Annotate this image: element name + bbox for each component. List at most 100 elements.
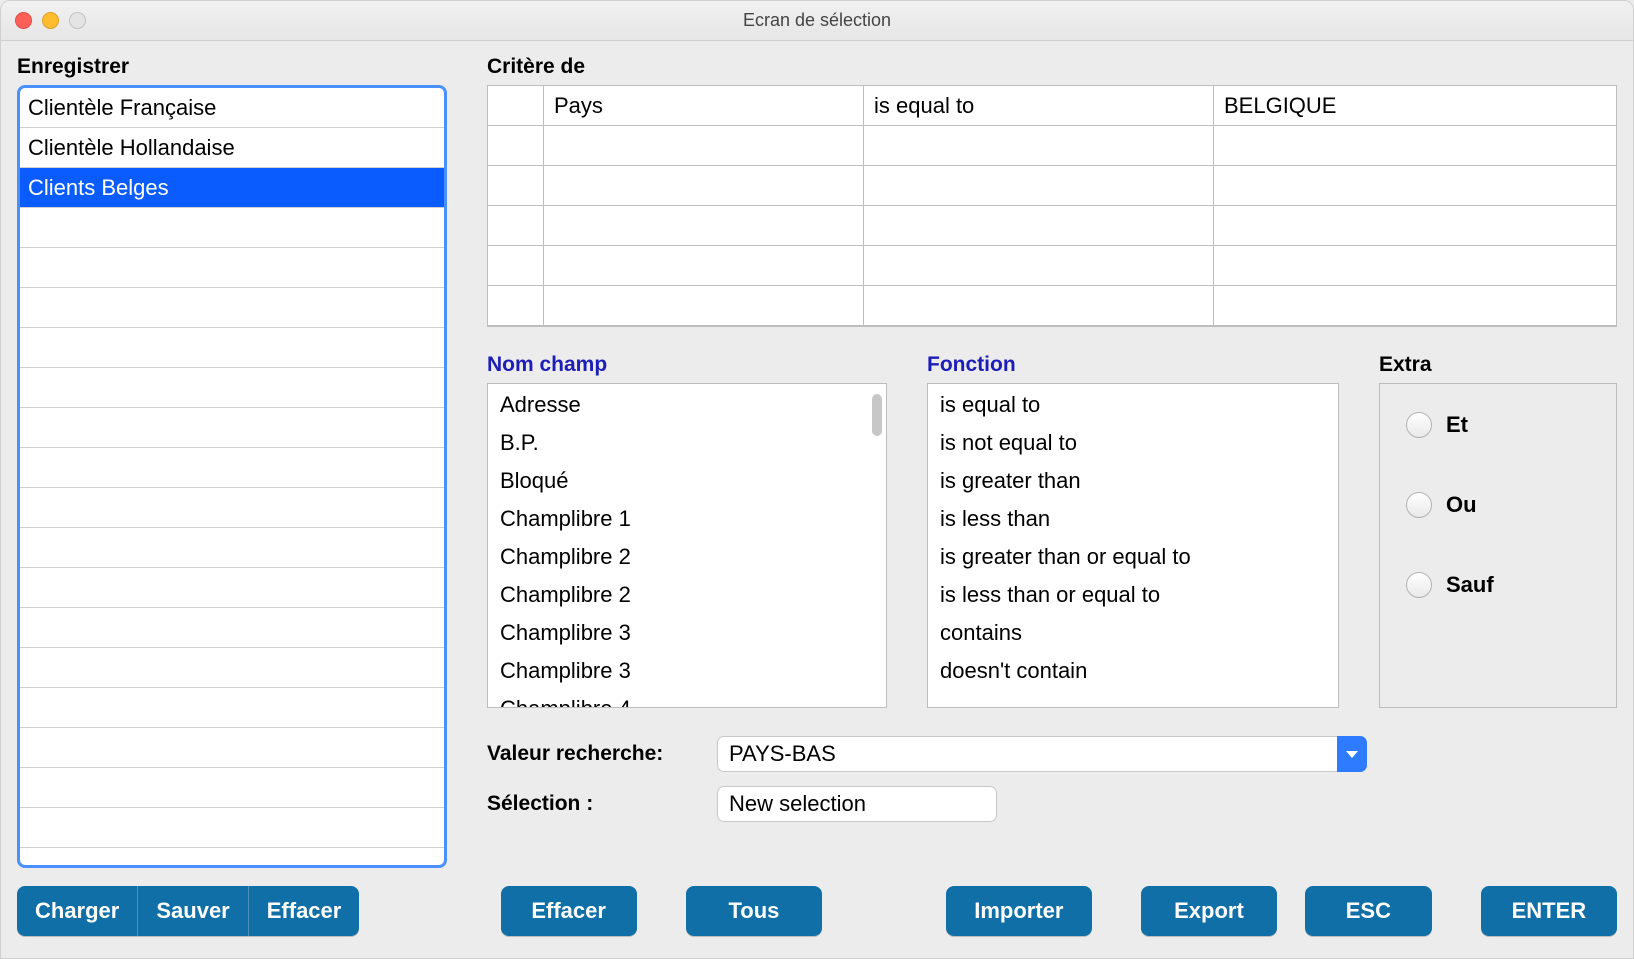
saved-query-item[interactable] [20,408,444,448]
left-button-group: Charger Sauver Effacer [17,886,359,936]
titlebar: Ecran de sélection [1,1,1633,41]
saved-query-item[interactable] [20,808,444,848]
selection-input[interactable] [717,786,997,822]
function-item[interactable]: is equal to [928,386,1338,424]
criteria-cell-value[interactable] [1214,126,1616,166]
criteria-cell-value[interactable] [1214,246,1616,286]
saved-query-item[interactable] [20,568,444,608]
saved-query-item[interactable]: Clientèle Française [20,88,444,128]
function-item[interactable]: doesn't contain [928,652,1338,690]
search-value-input[interactable] [717,736,1337,772]
criteria-row[interactable] [488,286,1616,326]
function-item[interactable]: is less than or equal to [928,576,1338,614]
extra-option-label: Sauf [1446,572,1494,598]
criteria-cell-value[interactable] [1214,286,1616,326]
field-item[interactable]: B.P. [488,424,886,462]
criteria-row[interactable] [488,126,1616,166]
clear-button[interactable]: Effacer [501,886,637,936]
enter-button[interactable]: ENTER [1481,886,1617,936]
criteria-row[interactable] [488,206,1616,246]
function-item[interactable]: is greater than [928,462,1338,500]
footer-bar: Charger Sauver Effacer Effacer Tous Impo… [1,868,1633,958]
criteria-cell-func[interactable]: is equal to [864,86,1214,126]
save-button[interactable]: Sauver [138,886,248,936]
saved-query-item[interactable] [20,208,444,248]
saved-query-item[interactable] [20,368,444,408]
criteria-cell-func[interactable] [864,126,1214,166]
field-item[interactable]: Champlibre 1 [488,500,886,538]
radio-icon [1406,412,1432,438]
load-button[interactable]: Charger [17,886,138,936]
criteria-cell-value[interactable] [1214,166,1616,206]
selection-label: Sélection : [487,792,699,816]
saved-query-item[interactable] [20,328,444,368]
field-item[interactable]: Champlibre 2 [488,576,886,614]
saved-query-item[interactable] [20,608,444,648]
saved-query-item[interactable]: Clientèle Hollandaise [20,128,444,168]
saved-query-item[interactable] [20,728,444,768]
all-button[interactable]: Tous [686,886,822,936]
criteria-row[interactable] [488,166,1616,206]
saved-queries-list[interactable]: Clientèle FrançaiseClientèle Hollandaise… [17,85,447,868]
function-item[interactable]: is not equal to [928,424,1338,462]
criteria-heading: Critère de [487,55,1617,79]
export-button[interactable]: Export [1141,886,1277,936]
saved-query-item[interactable] [20,488,444,528]
criteria-cell-field[interactable] [544,286,864,326]
criteria-cell-conj[interactable] [488,286,544,326]
extra-option[interactable]: Et [1406,412,1590,438]
search-value-label: Valeur recherche: [487,742,699,766]
functions-list[interactable]: is equal tois not equal tois greater tha… [927,383,1339,708]
saved-query-item[interactable] [20,248,444,288]
criteria-cell-conj[interactable] [488,166,544,206]
selection-combo[interactable] [717,786,997,822]
criteria-cell-conj[interactable] [488,246,544,286]
function-item[interactable]: is greater than or equal to [928,538,1338,576]
extra-option[interactable]: Sauf [1406,572,1590,598]
criteria-cell-value[interactable]: BELGIQUE [1214,86,1616,126]
saved-query-item[interactable] [20,288,444,328]
saved-query-item[interactable] [20,648,444,688]
window-controls [15,12,86,29]
criteria-cell-field[interactable] [544,166,864,206]
criteria-cell-func[interactable] [864,286,1214,326]
function-item[interactable]: contains [928,614,1338,652]
saved-query-item[interactable]: Clients Belges [20,168,444,208]
criteria-cell-field[interactable] [544,206,864,246]
minimize-icon[interactable] [42,12,59,29]
field-item[interactable]: Champlibre 4 [488,690,886,708]
search-value-combo[interactable] [717,736,1367,772]
field-item[interactable]: Champlibre 3 [488,614,886,652]
criteria-cell-func[interactable] [864,166,1214,206]
function-item[interactable]: is less than [928,500,1338,538]
extra-option-label: Ou [1446,492,1477,518]
field-item[interactable]: Adresse [488,386,886,424]
close-icon[interactable] [15,12,32,29]
fields-list[interactable]: AdresseB.P.BloquéChamplibre 1Champlibre … [487,383,887,708]
criteria-table[interactable]: Paysis equal toBELGIQUE [487,85,1617,327]
field-item[interactable]: Champlibre 3 [488,652,886,690]
criteria-cell-field[interactable] [544,126,864,166]
saved-query-item[interactable] [20,768,444,808]
criteria-cell-value[interactable] [1214,206,1616,246]
saved-query-item[interactable] [20,448,444,488]
field-item[interactable]: Bloqué [488,462,886,500]
saved-query-item[interactable] [20,688,444,728]
criteria-cell-func[interactable] [864,246,1214,286]
import-button[interactable]: Importer [946,886,1092,936]
criteria-cell-field[interactable]: Pays [544,86,864,126]
esc-button[interactable]: ESC [1305,886,1432,936]
criteria-cell-conj[interactable] [488,86,544,126]
scrollbar-thumb[interactable] [872,394,882,436]
extra-option[interactable]: Ou [1406,492,1590,518]
criteria-cell-func[interactable] [864,206,1214,246]
dropdown-icon[interactable] [1337,736,1367,772]
criteria-row[interactable]: Paysis equal toBELGIQUE [488,86,1616,126]
criteria-cell-field[interactable] [544,246,864,286]
saved-query-item[interactable] [20,528,444,568]
criteria-cell-conj[interactable] [488,206,544,246]
delete-left-button[interactable]: Effacer [249,886,360,936]
field-item[interactable]: Champlibre 2 [488,538,886,576]
criteria-cell-conj[interactable] [488,126,544,166]
criteria-row[interactable] [488,246,1616,286]
